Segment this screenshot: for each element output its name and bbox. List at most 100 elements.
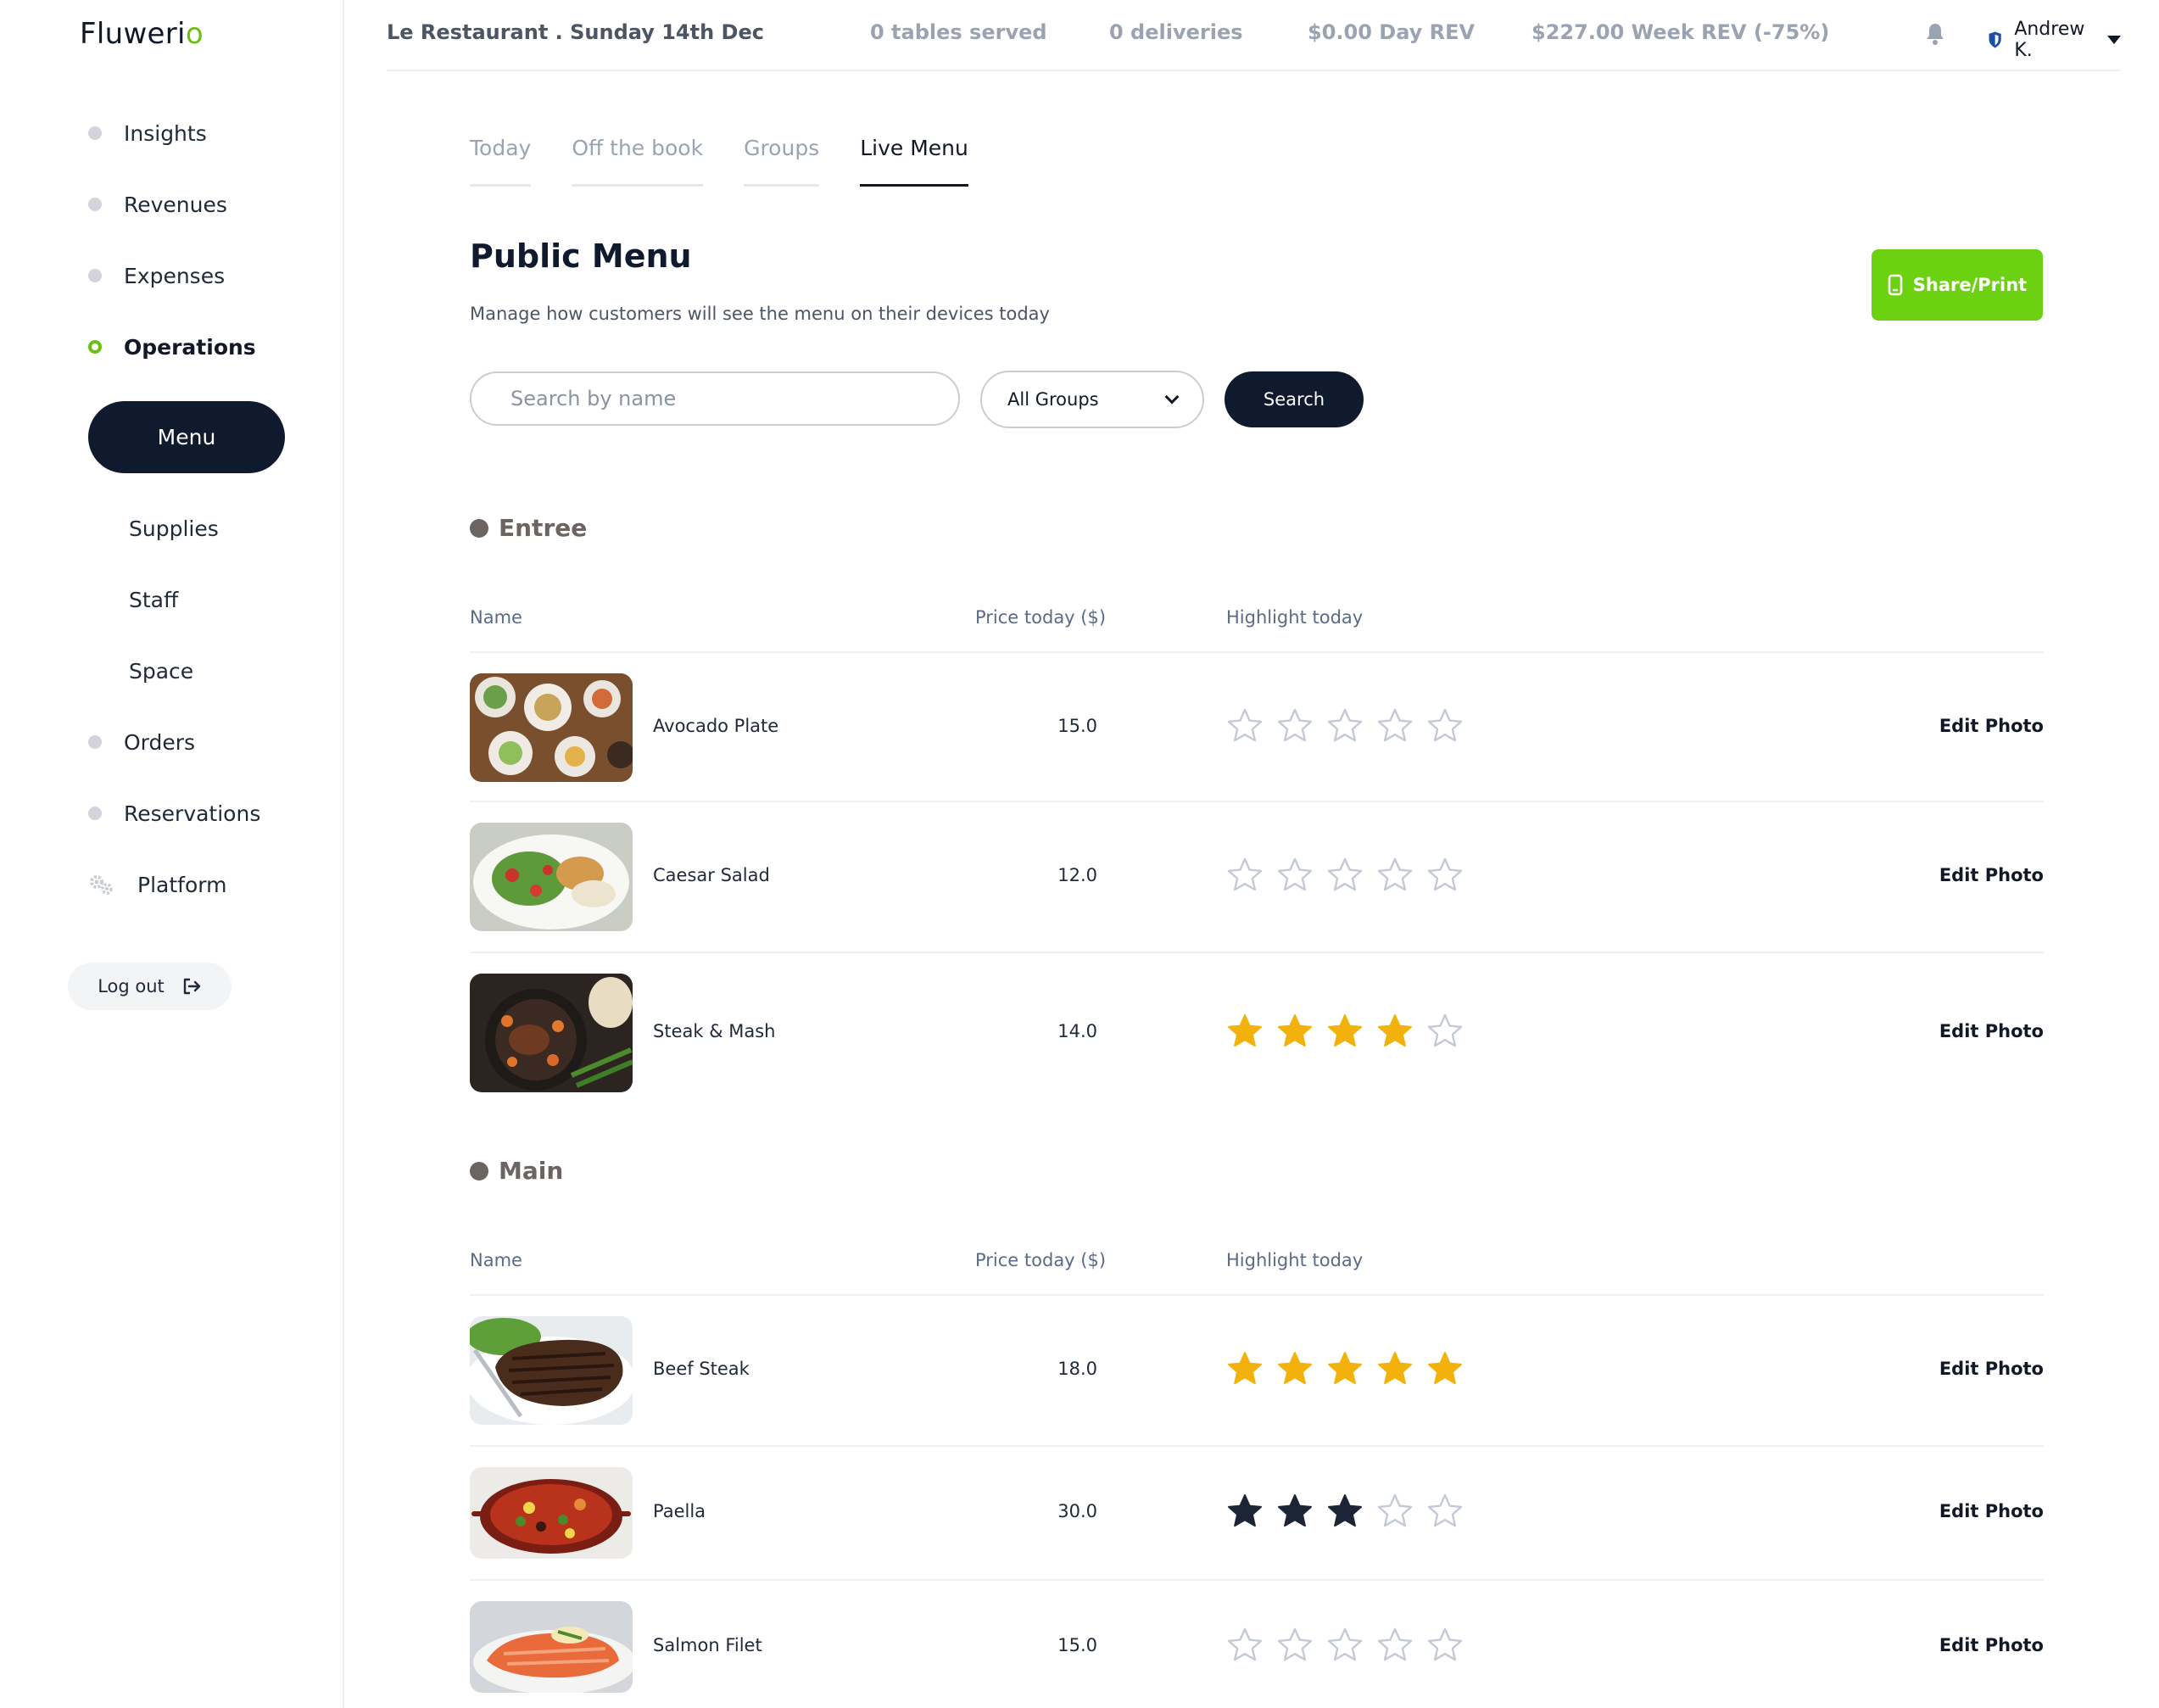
star-outline-icon[interactable] [1276,707,1314,745]
star-outline-icon[interactable] [1326,707,1364,745]
tab-live-menu[interactable]: Live Menu [860,132,968,187]
edit-photo-button[interactable]: Edit Photo [1939,865,2044,885]
divider [470,1294,2044,1296]
sidebar-item-insights[interactable]: Insights [88,112,207,154]
phone-icon [1888,274,1903,296]
food-photo-steak-mash [470,974,633,1092]
star-filled-icon[interactable] [1376,1350,1414,1387]
star-filled-icon[interactable] [1226,1493,1264,1530]
star-outline-icon[interactable] [1426,1627,1464,1664]
restaurant-date-title: Le Restaurant . Sunday 14th Dec [387,20,764,44]
search-input[interactable] [470,371,960,426]
star-outline-icon[interactable] [1376,1493,1414,1530]
bullet-icon [88,198,102,211]
star-filled-icon[interactable] [1426,1350,1464,1387]
group-select[interactable]: All Groups [980,371,1204,428]
edit-photo-button[interactable]: Edit Photo [1939,1359,2044,1379]
group-select-value: All Groups [1007,389,1099,410]
sidebar-item-orders[interactable]: Orders [88,721,195,763]
bullet-icon [88,126,102,140]
food-photo-paella [470,1467,633,1559]
section-title-entree: Entree [470,514,587,542]
menu-row: Steak & Mash 14.0 Edit Photo [470,974,2044,1092]
highlight-rating [1226,1350,1464,1387]
section-title-main: Main [470,1157,563,1185]
sidebar-item-space[interactable]: Space [129,650,193,692]
sidebar-item-supplies[interactable]: Supplies [129,507,219,550]
stat-day-revenue: $0.00 Day REV [1308,20,1476,44]
tab-groups[interactable]: Groups [744,132,820,187]
search-button[interactable]: Search [1225,371,1364,427]
star-outline-icon[interactable] [1426,707,1464,745]
stat-tables-served: 0 tables served [870,20,1047,44]
star-outline-icon[interactable] [1376,1627,1414,1664]
star-outline-icon[interactable] [1326,1627,1364,1664]
star-outline-icon[interactable] [1426,1013,1464,1050]
share-print-button[interactable]: Share/Print [1872,249,2043,321]
edit-photo-button[interactable]: Edit Photo [1939,1021,2044,1041]
food-photo-salmon-filet [470,1601,633,1693]
star-filled-icon[interactable] [1376,1013,1414,1050]
star-outline-icon[interactable] [1226,1627,1264,1664]
divider [470,1445,2044,1447]
star-filled-icon[interactable] [1326,1493,1364,1530]
star-outline-icon[interactable] [1226,857,1264,894]
app-logo[interactable]: Fluwerio [80,17,204,51]
tab-off-the-book[interactable]: Off the book [572,132,704,187]
sidebar-item-revenues[interactable]: Revenues [88,183,227,226]
sidebar-item-staff[interactable]: Staff [129,578,178,621]
gears-icon [90,875,113,895]
item-name: Salmon Filet [653,1635,762,1655]
logout-button[interactable]: Log out [68,963,232,1010]
star-outline-icon[interactable] [1276,857,1314,894]
sidebar-item-expenses[interactable]: Expenses [88,254,225,297]
bell-icon[interactable] [1925,22,1945,46]
edit-photo-button[interactable]: Edit Photo [1939,716,2044,736]
shield-icon [1989,31,2001,48]
column-header-name: Name [470,1250,522,1270]
star-filled-icon[interactable] [1326,1350,1364,1387]
user-menu[interactable]: Andrew K. [1988,19,2122,61]
tab-today[interactable]: Today [470,132,532,187]
user-name: Andrew K. [2014,19,2085,61]
menu-row: Beef Steak 18.0 Edit Photo [470,1316,2044,1425]
section-bullet-icon [470,1161,488,1181]
star-outline-icon[interactable] [1426,857,1464,894]
highlight-rating [1226,707,1464,745]
divider [470,801,2044,802]
column-header-highlight: Highlight today [1226,607,1364,628]
menu-row: Salmon Filet 15.0 Edit Photo [470,1601,2044,1693]
star-outline-icon[interactable] [1276,1627,1314,1664]
item-price: 15.0 [1057,716,1097,736]
star-outline-icon[interactable] [1376,707,1414,745]
item-name: Avocado Plate [653,716,779,736]
column-header-name: Name [470,607,522,628]
chevron-down-icon [1164,389,1180,405]
food-photo-avocado-plate [470,673,633,782]
star-outline-icon[interactable] [1376,857,1414,894]
section-bullet-icon [470,518,488,538]
sidebar-item-operations[interactable]: Operations [88,326,256,368]
star-filled-icon[interactable] [1326,1013,1364,1050]
star-filled-icon[interactable] [1226,1350,1264,1387]
menu-row: Caesar Salad 12.0 Edit Photo [470,823,2044,931]
edit-photo-button[interactable]: Edit Photo [1939,1635,2044,1655]
stat-deliveries: 0 deliveries [1109,20,1243,44]
star-filled-icon[interactable] [1276,1350,1314,1387]
star-outline-icon[interactable] [1426,1493,1464,1530]
logout-icon [183,978,200,995]
star-filled-icon[interactable] [1276,1013,1314,1050]
item-name: Steak & Mash [653,1021,776,1041]
item-name: Paella [653,1501,706,1521]
sidebar-item-platform[interactable]: Platform [88,863,226,906]
caret-down-icon [2107,36,2122,44]
star-outline-icon[interactable] [1326,857,1364,894]
star-filled-icon[interactable] [1226,1013,1264,1050]
top-bar: Le Restaurant . Sunday 14th Dec 0 tables… [387,0,2122,71]
sidebar-item-menu[interactable]: Menu [88,401,285,473]
sidebar-item-reservations[interactable]: Reservations [88,792,260,834]
stat-week-revenue: $227.00 Week REV (-75%) [1531,20,1830,44]
star-filled-icon[interactable] [1276,1493,1314,1530]
star-outline-icon[interactable] [1226,707,1264,745]
edit-photo-button[interactable]: Edit Photo [1939,1501,2044,1521]
